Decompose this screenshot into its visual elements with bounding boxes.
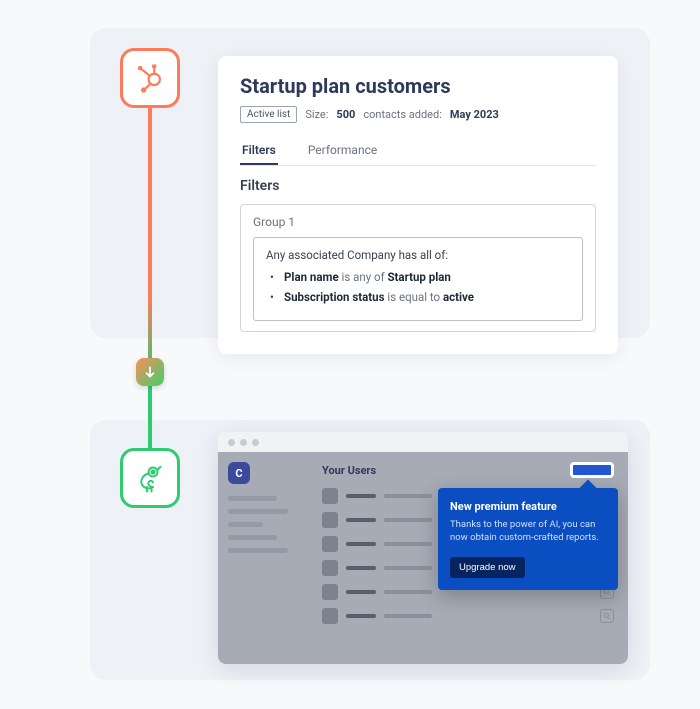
search-icon[interactable] bbox=[600, 609, 614, 623]
rule-box: Any associated Company has all of: Plan … bbox=[253, 237, 583, 321]
tooltip-body: Thanks to the power of AI, you can now o… bbox=[450, 519, 606, 545]
list-title: Startup plan customers bbox=[240, 74, 596, 98]
list-meta: Active list Size: 500 contacts added: Ma… bbox=[240, 106, 596, 123]
size-label: Size: bbox=[305, 108, 328, 121]
app-main: Your Users New premium feature Thanks to… bbox=[308, 452, 628, 664]
rule-intro: Any associated Company has all of: bbox=[266, 248, 570, 262]
rule-item: Plan name is any of Startup plan bbox=[278, 270, 570, 284]
rule-op: is any of bbox=[342, 270, 385, 284]
sidebar-item[interactable] bbox=[228, 522, 263, 527]
rule-op: is equal to bbox=[387, 290, 440, 304]
rule-field: Subscription status bbox=[284, 290, 385, 304]
filter-group: Group 1 Any associated Company has all o… bbox=[240, 204, 596, 332]
list-card: Startup plan customers Active list Size:… bbox=[218, 56, 618, 354]
tab-filters[interactable]: Filters bbox=[240, 137, 278, 165]
avatar[interactable]: C bbox=[228, 462, 250, 484]
contacts-added-label: contacts added: bbox=[363, 108, 442, 121]
rule-field: Plan name bbox=[284, 270, 339, 284]
tabs: Filters Performance bbox=[240, 137, 596, 166]
page-title: Your Users bbox=[322, 464, 376, 477]
contacts-added-value: May 2023 bbox=[450, 108, 499, 121]
rule-value: Startup plan bbox=[387, 270, 450, 284]
tooltip-title: New premium feature bbox=[450, 500, 606, 513]
upgrade-now-button[interactable]: Upgrade now bbox=[450, 557, 525, 578]
traffic-light-icon bbox=[252, 439, 259, 446]
sidebar-item[interactable] bbox=[228, 509, 288, 514]
flow-arrow-icon bbox=[136, 358, 164, 386]
app-sidebar: C bbox=[218, 452, 308, 664]
feature-tooltip: New premium feature Thanks to the power … bbox=[438, 488, 618, 590]
sidebar-item[interactable] bbox=[228, 548, 288, 553]
tab-performance[interactable]: Performance bbox=[306, 137, 379, 165]
flow-connector bbox=[148, 108, 152, 450]
sidebar-item[interactable] bbox=[228, 496, 277, 501]
rule-item: Subscription status is equal to active bbox=[278, 290, 570, 304]
primary-action-button[interactable] bbox=[570, 462, 614, 478]
list-item[interactable] bbox=[322, 608, 614, 624]
group-title: Group 1 bbox=[253, 215, 583, 229]
size-value: 500 bbox=[336, 108, 355, 121]
browser-titlebar bbox=[218, 432, 628, 452]
rule-value: active bbox=[443, 290, 474, 304]
sidebar-item[interactable] bbox=[228, 535, 277, 540]
chameleon-icon bbox=[120, 448, 180, 508]
hubspot-icon bbox=[120, 48, 180, 108]
traffic-light-icon bbox=[228, 439, 235, 446]
traffic-light-icon bbox=[240, 439, 247, 446]
browser-mock: C Your Users New premium fea bbox=[218, 432, 628, 664]
active-list-badge: Active list bbox=[240, 106, 297, 123]
filters-section-title: Filters bbox=[240, 178, 596, 194]
